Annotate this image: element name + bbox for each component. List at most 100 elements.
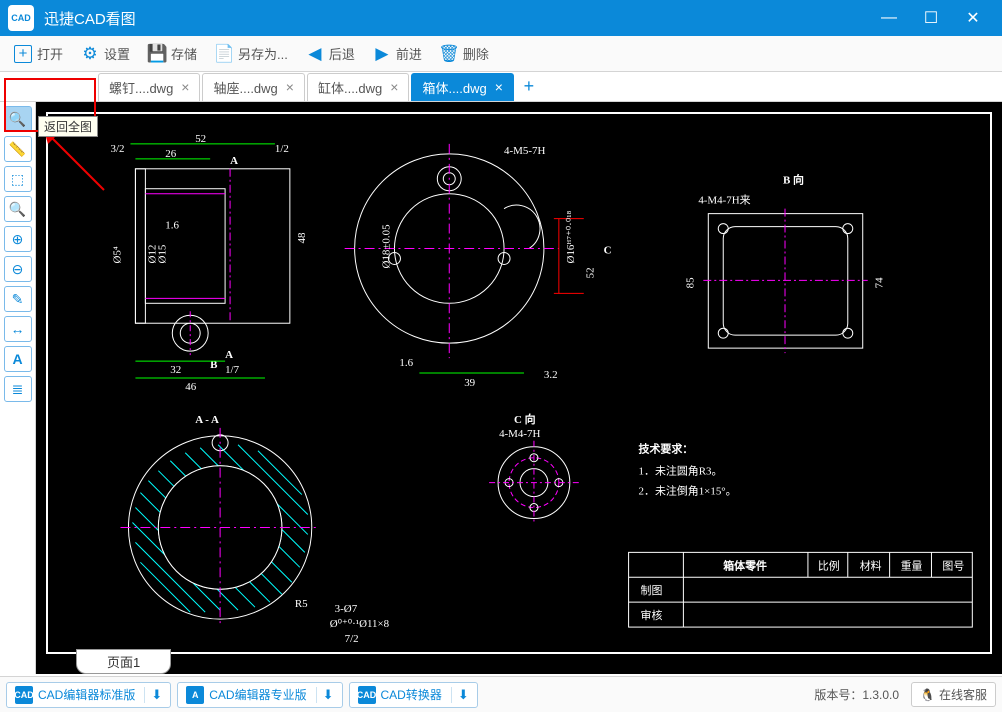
svg-text:Ø18±0.05: Ø18±0.05 bbox=[380, 224, 392, 269]
svg-text:1．未注圆角R3。: 1．未注圆角R3。 bbox=[639, 464, 723, 478]
delete-button[interactable]: 🗑删除 bbox=[432, 40, 497, 67]
add-tab-button[interactable]: + bbox=[516, 74, 542, 100]
plus-icon: + bbox=[14, 45, 32, 63]
svg-text:74: 74 bbox=[874, 277, 886, 288]
layers-icon: ≣ bbox=[12, 381, 24, 398]
svg-text:52: 52 bbox=[195, 133, 206, 145]
cad-icon: A bbox=[186, 686, 204, 704]
svg-text:材料: 材料 bbox=[860, 558, 882, 572]
ruler-icon: 📏 bbox=[9, 141, 26, 158]
tool-zoom-in[interactable]: ⊕ bbox=[4, 226, 32, 252]
select-icon: ⬚ bbox=[11, 171, 24, 188]
back-icon: ◀ bbox=[306, 45, 324, 63]
svg-text:4-M4-7H来: 4-M4-7H来 bbox=[698, 194, 750, 207]
svg-text:C 向: C 向 bbox=[514, 412, 536, 426]
tooltip: 返回全图 bbox=[38, 116, 98, 137]
save-button[interactable]: 💾存储 bbox=[140, 40, 205, 67]
svg-text:A - A: A - A bbox=[195, 414, 219, 426]
svg-text:制图: 制图 bbox=[641, 584, 663, 597]
svg-text:32: 32 bbox=[170, 364, 181, 376]
svg-text:1/2: 1/2 bbox=[275, 143, 289, 155]
magnify-icon: 🔍 bbox=[9, 111, 26, 128]
svg-text:4-M5-7H: 4-M5-7H bbox=[504, 145, 545, 157]
trash-icon: 🗑 bbox=[440, 45, 458, 63]
svg-text:52: 52 bbox=[585, 267, 597, 278]
svg-text:图号: 图号 bbox=[942, 559, 964, 572]
app-title: 迅捷CAD看图 bbox=[44, 8, 868, 29]
svg-text:Ø5⁴: Ø5⁴ bbox=[111, 246, 123, 263]
link-converter[interactable]: CAD CAD转换器⬇ bbox=[349, 682, 478, 708]
download-icon[interactable]: ⬇ bbox=[316, 687, 334, 703]
dimension-icon: ↔ bbox=[11, 321, 25, 337]
svg-text:85: 85 bbox=[684, 277, 696, 288]
tool-text[interactable]: A bbox=[4, 346, 32, 372]
svg-text:3.2: 3.2 bbox=[544, 369, 558, 381]
tool-zoom-window[interactable]: 🔍 bbox=[4, 196, 32, 222]
close-icon[interactable]: × bbox=[390, 79, 398, 95]
link-editor-pro[interactable]: A CAD编辑器专业版⬇ bbox=[177, 682, 342, 708]
download-icon[interactable]: ⬇ bbox=[144, 687, 162, 703]
tool-dimension[interactable]: ↔ bbox=[4, 316, 32, 342]
cad-drawing: 52 3/2 26 A 1/2 Ø5⁴ 1.6 bbox=[48, 114, 990, 652]
close-icon[interactable]: × bbox=[495, 79, 503, 95]
penguin-icon: 🐧 bbox=[920, 688, 935, 702]
svg-text:1/7: 1/7 bbox=[225, 364, 240, 376]
download-icon[interactable]: ⬇ bbox=[451, 687, 469, 703]
tool-line[interactable]: ✎ bbox=[4, 286, 32, 312]
minimize-button[interactable]: — bbox=[868, 0, 910, 36]
svg-text:Ø15: Ø15 bbox=[156, 244, 168, 263]
svg-text:重量: 重量 bbox=[901, 558, 923, 572]
sheet-nav[interactable] bbox=[40, 651, 76, 671]
open-button[interactable]: +打开 bbox=[6, 40, 71, 67]
svg-text:A: A bbox=[225, 349, 233, 361]
tab-label: 缸体....dwg bbox=[318, 78, 382, 97]
svg-text:1.6: 1.6 bbox=[165, 220, 179, 232]
app-logo: CAD bbox=[8, 5, 34, 31]
close-icon[interactable]: × bbox=[286, 79, 294, 95]
annotation-arrow bbox=[44, 130, 114, 200]
svg-text:箱体零件: 箱体零件 bbox=[723, 558, 767, 572]
tab-file-2[interactable]: 轴座....dwg× bbox=[202, 73, 304, 101]
svg-text:Ø⁰⁺⁰·¹Ø11×8: Ø⁰⁺⁰·¹Ø11×8 bbox=[330, 618, 390, 630]
tool-window[interactable]: ⬚ bbox=[4, 166, 32, 192]
drawing-canvas[interactable]: 52 3/2 26 A 1/2 Ø5⁴ 1.6 bbox=[36, 102, 1002, 674]
tool-zoom-out[interactable]: ⊖ bbox=[4, 256, 32, 282]
saveas-button[interactable]: 📄另存为... bbox=[207, 40, 296, 67]
pencil-icon: ✎ bbox=[12, 291, 24, 308]
tool-fit-view[interactable]: 🔍 bbox=[4, 106, 32, 132]
text-icon: A bbox=[12, 351, 22, 367]
saveas-icon: 📄 bbox=[215, 45, 233, 63]
back-button[interactable]: ◀后退 bbox=[298, 40, 363, 67]
settings-button[interactable]: ⚙设置 bbox=[73, 40, 138, 67]
svg-text:48: 48 bbox=[296, 232, 308, 243]
link-editor-standard[interactable]: CAD CAD编辑器标准版⬇ bbox=[6, 682, 171, 708]
forward-button[interactable]: ▶前进 bbox=[365, 40, 430, 67]
forward-icon: ▶ bbox=[373, 45, 391, 63]
tab-file-1[interactable]: 螺钉....dwg× bbox=[98, 73, 200, 101]
svg-text:比例: 比例 bbox=[818, 558, 840, 572]
svg-text:3-Ø7: 3-Ø7 bbox=[335, 603, 358, 615]
page-tab[interactable]: 页面1 bbox=[76, 649, 171, 674]
tab-file-3[interactable]: 缸体....dwg × bbox=[307, 73, 409, 101]
svg-text:1.6: 1.6 bbox=[399, 357, 413, 369]
gear-icon: ⚙ bbox=[81, 45, 99, 63]
customer-service-button[interactable]: 🐧 在线客服 bbox=[911, 682, 996, 707]
svg-text:技术要求：: 技术要求： bbox=[639, 442, 694, 456]
close-icon[interactable]: × bbox=[181, 79, 189, 95]
svg-text:Ø16ᴴ⁷⁺⁰·⁰¹⁸: Ø16ᴴ⁷⁺⁰·⁰¹⁸ bbox=[565, 211, 577, 264]
tool-measure[interactable]: 📏 bbox=[4, 136, 32, 162]
svg-text:R5: R5 bbox=[295, 598, 308, 610]
cad-icon: CAD bbox=[358, 686, 376, 704]
svg-text:A: A bbox=[230, 155, 238, 167]
maximize-button[interactable]: ☐ bbox=[910, 0, 952, 36]
tool-layers[interactable]: ≣ bbox=[4, 376, 32, 402]
svg-text:7/2: 7/2 bbox=[345, 633, 359, 645]
save-icon: 💾 bbox=[148, 45, 166, 63]
zoom-window-icon: 🔍 bbox=[9, 201, 26, 218]
svg-text:46: 46 bbox=[185, 381, 196, 393]
svg-text:B 向: B 向 bbox=[783, 173, 804, 187]
svg-text:39: 39 bbox=[464, 377, 475, 389]
close-button[interactable]: ✕ bbox=[952, 0, 994, 36]
tab-file-4[interactable]: 箱体....dwg× bbox=[411, 73, 513, 101]
version-label: 版本号：1.3.0.0 bbox=[814, 686, 899, 703]
